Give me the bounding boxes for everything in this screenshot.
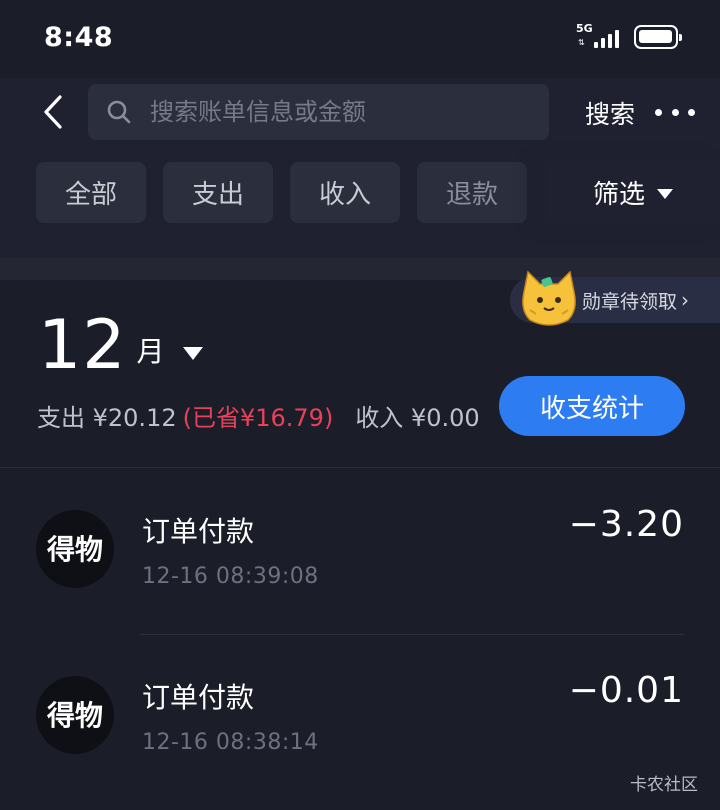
- expense-total: 支出 ¥20.12: [37, 404, 177, 432]
- network-type: 5G: [576, 22, 593, 35]
- income-total: 收入 ¥0.00: [355, 404, 480, 432]
- search-button[interactable]: 搜索: [585, 95, 635, 131]
- signal-icon: 5G ⇅: [576, 22, 622, 50]
- saved-amount: (已省¥16.79): [182, 404, 334, 432]
- battery-icon: [634, 25, 682, 49]
- screen-filter-label: 筛选: [592, 180, 645, 210]
- badge-banner-label: 勋章待领取: [582, 290, 678, 313]
- merchant-logo: 得物: [36, 510, 114, 588]
- transaction-title: 订单付款: [142, 515, 255, 548]
- search-box[interactable]: [88, 84, 549, 140]
- month-number: 12: [38, 306, 127, 385]
- transaction-row[interactable]: 得物 订单付款 12-16 08:38:14 −0.01: [0, 634, 720, 800]
- merchant-logo: 得物: [36, 676, 114, 754]
- caret-down-icon: [657, 189, 673, 199]
- back-button[interactable]: [36, 93, 70, 131]
- caret-down-icon: [182, 347, 203, 360]
- search-icon: [106, 97, 136, 127]
- transaction-title: 订单付款: [142, 681, 255, 714]
- data-arrows-icon: ⇅: [578, 38, 585, 47]
- transaction-time: 12-16 08:38:14: [142, 730, 319, 755]
- screen-filter-button[interactable]: 筛选: [546, 162, 720, 223]
- chevron-left-icon: [44, 95, 62, 129]
- monthly-summary: 勋章待领取 › 12 月 支出 ¥20.12 (已省¥16.79) 收入 ¥0.…: [0, 270, 720, 468]
- transaction-time: 12-16 08:39:08: [142, 564, 319, 589]
- transaction-amount: −3.20: [568, 504, 684, 545]
- status-indicators: 5G ⇅: [576, 22, 682, 50]
- transaction-row[interactable]: 得物 订单付款 12-16 08:39:08 −3.20: [0, 468, 720, 634]
- header: 搜索 全部 支出 收入 退款 筛选: [0, 78, 720, 258]
- month-unit: 月: [136, 335, 165, 368]
- filter-chip-expense[interactable]: 支出: [163, 162, 273, 223]
- totals-row: 支出 ¥20.12 (已省¥16.79) 收入 ¥0.00: [37, 398, 480, 433]
- status-bar: 8:48 5G ⇅: [0, 0, 720, 78]
- chevron-right-icon: ›: [681, 288, 690, 312]
- watermark: 卡农社区: [630, 775, 698, 795]
- filter-chip-refund[interactable]: 退款: [417, 162, 527, 223]
- filter-chip-income[interactable]: 收入: [290, 162, 400, 223]
- transaction-amount: −0.01: [568, 670, 684, 711]
- more-horizontal-icon[interactable]: [655, 102, 695, 122]
- status-time: 8:48: [44, 22, 114, 53]
- search-input[interactable]: [150, 98, 530, 126]
- stats-button[interactable]: 收支统计: [499, 376, 685, 436]
- merchant-logo-text: 得物: [46, 533, 103, 566]
- cat-mascot-icon: [522, 270, 576, 326]
- month-selector[interactable]: 12 月: [38, 310, 203, 382]
- filter-chip-all[interactable]: 全部: [36, 162, 146, 223]
- transaction-list: 得物 订单付款 12-16 08:39:08 −3.20 得物 订单付款 12-…: [0, 468, 720, 800]
- merchant-logo-text: 得物: [46, 699, 103, 732]
- filter-chips: 全部 支出 收入 退款: [36, 162, 527, 223]
